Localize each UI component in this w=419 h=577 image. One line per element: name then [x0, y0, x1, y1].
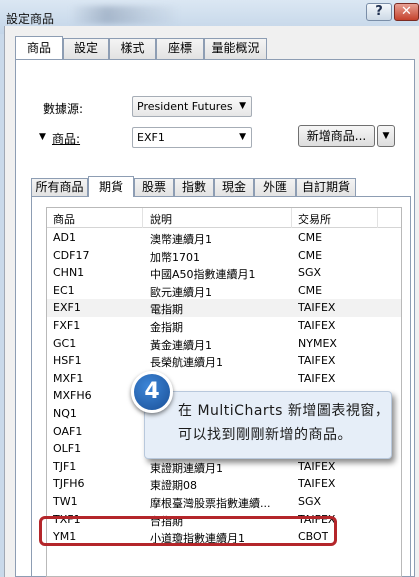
row-symbol: GC1 [53, 336, 77, 350]
new-symbol-menu-button[interactable]: ▼ [377, 125, 395, 147]
row-symbol: NQ1 [53, 407, 77, 420]
row-description: 加幣1701 [150, 250, 200, 264]
row-description: 長榮航連續月1 [150, 356, 223, 370]
column-divider[interactable] [291, 208, 292, 228]
subtab-futures[interactable]: 期貨 [88, 176, 134, 197]
subtab-stocks[interactable]: 股票 [134, 178, 174, 197]
table-row[interactable]: AD1 澳幣連續月1 CME [47, 229, 401, 247]
row-description: 電指期 [150, 303, 183, 317]
row-symbol: CDF17 [53, 248, 90, 262]
row-symbol: MXF1 [53, 371, 84, 385]
row-exchange: TAIFEX [298, 319, 336, 332]
table-row[interactable]: CDF17 加幣1701 CME [47, 247, 401, 265]
row-exchange: TAIFEX [298, 301, 336, 315]
subtab-forex[interactable]: 外匯 [254, 178, 296, 197]
symbol-label: 商品: [52, 132, 81, 146]
row-exchange: TAIFEX [298, 459, 336, 473]
row-description: 東證期08 [150, 479, 197, 493]
row-description: 東證期連續月1 [150, 461, 223, 475]
tab-settings[interactable]: 設定 [63, 38, 109, 59]
list-header: 商品 說明 交易所 [47, 208, 401, 228]
table-row[interactable]: HSF1 長榮航連續月1 TAIFEX [47, 352, 401, 370]
row-symbol: MXFH6 [53, 389, 92, 403]
help-button[interactable]: ? [366, 3, 392, 21]
table-row[interactable]: TW1 摩根臺灣股票指數連續... SGX [47, 493, 401, 511]
tab-volume-profile[interactable]: 量能概況 [204, 38, 267, 59]
subtab-cash[interactable]: 現金 [214, 178, 254, 197]
column-header-description[interactable]: 說明 [150, 211, 172, 227]
column-divider[interactable] [142, 208, 143, 228]
row-exchange: CME [298, 231, 323, 244]
row-exchange: SGX [298, 495, 322, 508]
data-source-value: President Futures [137, 100, 233, 113]
row-description: 澳幣連續月1 [150, 233, 212, 246]
close-button[interactable]: ✕ [394, 3, 419, 21]
row-exchange: NYMEX [298, 336, 337, 350]
row-symbol: HSF1 [53, 354, 82, 368]
column-header-symbol[interactable]: 商品 [53, 211, 75, 227]
row-symbol: OLF1 [53, 442, 82, 456]
data-source-dropdown[interactable]: President Futures ▼ [132, 96, 252, 117]
column-header-exchange[interactable]: 交易所 [298, 211, 331, 227]
table-row[interactable]: CHN1 中國A50指數連續月1 SGX [47, 264, 401, 282]
tab-symbol[interactable]: 商品 [15, 36, 63, 59]
window-title: 設定商品 [6, 12, 55, 26]
row-description: 歐元連續月1 [150, 285, 212, 299]
callout-text: 在 MultiCharts 新增圖表視窗，可以找到剛剛新增的商品。 [178, 403, 390, 443]
table-row[interactable]: EC1 歐元連續月1 CME [47, 282, 401, 300]
data-source-label: 數據源: [43, 102, 84, 116]
chevron-down-icon: ▼ [239, 101, 246, 111]
row-exchange: SGX [298, 266, 322, 280]
row-symbol: EXF1 [53, 301, 81, 315]
row-symbol: EC1 [53, 283, 75, 297]
row-exchange: CME [298, 248, 323, 262]
row-symbol: CHN1 [53, 266, 85, 280]
table-row[interactable]: TJFH6 東證期08 TAIFEX [47, 475, 401, 493]
row-exchange: TAIFEX [298, 354, 336, 368]
row-symbol: TJF1 [53, 459, 77, 473]
symbol-value: EXF1 [137, 131, 165, 144]
callout-box: 在 MultiCharts 新增圖表視窗，可以找到剛剛新增的商品。 [144, 391, 392, 459]
symbol-combobox[interactable]: EXF1 ▼ [132, 127, 252, 148]
tab-scale[interactable]: 座標 [156, 38, 204, 59]
row-exchange: TAIFEX [298, 477, 336, 491]
row-symbol: FXF1 [53, 319, 81, 332]
row-symbol: AD1 [53, 231, 76, 244]
row-exchange: CME [298, 283, 323, 297]
expand-arrow-icon[interactable]: ▼ [39, 132, 46, 142]
table-row[interactable]: TJF1 東證期連續月1 TAIFEX [47, 458, 401, 476]
column-divider[interactable] [377, 208, 378, 228]
subtab-custom-futures[interactable]: 自訂期貨 [296, 178, 356, 197]
row-exchange: TAIFEX [298, 371, 336, 385]
table-row[interactable]: EXF1 電指期 TAIFEX [47, 299, 401, 318]
row-symbol: TJFH6 [53, 477, 85, 491]
row-description: 黃金連續月1 [150, 338, 212, 352]
highlight-box [39, 516, 337, 546]
row-description: 金指期 [150, 321, 183, 334]
new-symbol-button[interactable]: 新增商品... [298, 125, 375, 147]
table-row[interactable]: MXF1期TAIFEX [47, 370, 401, 388]
blurred-title-area [70, 6, 180, 24]
step-number-badge: 4 [131, 371, 173, 413]
subtab-indices[interactable]: 指數 [174, 178, 214, 197]
table-row[interactable]: FXF1 金指期 TAIFEX [47, 317, 401, 335]
row-symbol: TW1 [53, 495, 78, 508]
dialog-window: 設定商品 ? ✕ 商品 設定 樣式 座標 量能概況 數據源: President… [0, 0, 419, 577]
subtab-all-symbols[interactable]: 所有商品 [31, 178, 88, 197]
table-row[interactable]: GC1 黃金連續月1 NYMEX [47, 335, 401, 353]
tab-style[interactable]: 樣式 [109, 38, 156, 59]
row-symbol: OAF1 [53, 424, 83, 438]
chevron-down-icon: ▼ [239, 132, 246, 142]
row-description: 摩根臺灣股票指數連續... [150, 497, 271, 510]
row-description: 中國A50指數連續月1 [150, 268, 256, 282]
dialog-body: 商品 設定 樣式 座標 量能概況 數據源: President Futures … [4, 26, 419, 577]
